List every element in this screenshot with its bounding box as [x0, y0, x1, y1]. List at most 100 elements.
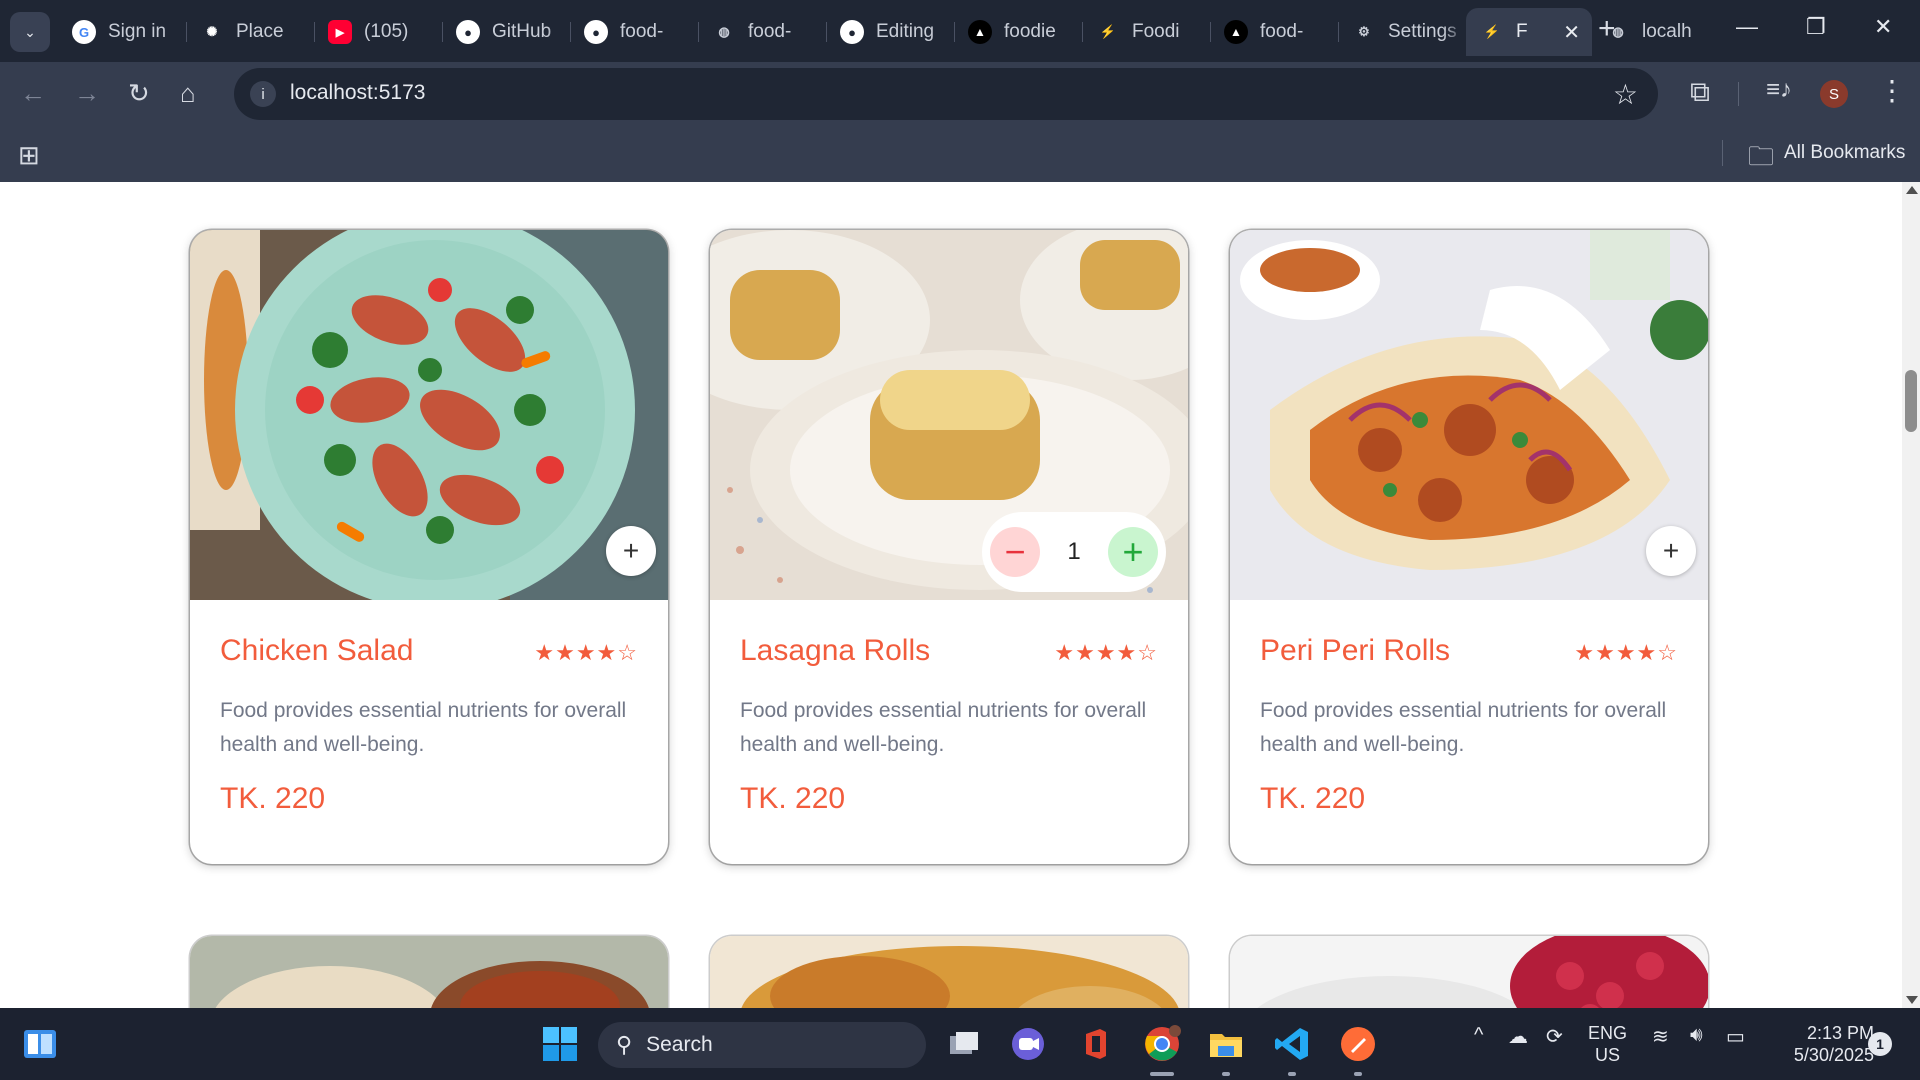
tab-list: G Sign in ✺ Place ▶ (105) ● GitHub ● food- ◍ food- ●… [58, 8, 1720, 56]
site-info-icon[interactable]: i [250, 81, 276, 107]
vercel-icon: ▲ [1224, 20, 1248, 44]
github-icon: ● [584, 20, 608, 44]
minimize-button[interactable]: — [1736, 14, 1758, 40]
tab-title: Settings [1388, 21, 1457, 42]
windows-start-icon[interactable] [540, 1024, 580, 1064]
browser-tab[interactable]: ▲ foodie [954, 8, 1082, 56]
task-view-icon[interactable] [944, 1024, 984, 1064]
browser-tab[interactable]: ⚡ Foodi [1082, 8, 1210, 56]
tab-title: Sign in [108, 21, 167, 42]
browser-tab[interactable]: ▶ (105) [314, 8, 442, 56]
tab-title: (105) [364, 21, 409, 42]
decrease-quantity-button[interactable]: − [990, 527, 1040, 577]
widgets-icon[interactable] [20, 1024, 60, 1064]
food-card-partial [1230, 936, 1708, 1008]
url-text[interactable]: localhost:5173 [290, 81, 425, 105]
chatgpt-icon: ✺ [206, 24, 218, 39]
vscode-icon[interactable] [1272, 1024, 1312, 1064]
browser-tab[interactable]: ⚡ F ✕ [1466, 8, 1592, 56]
meet-app-icon[interactable] [1008, 1024, 1048, 1064]
wifi-icon[interactable]: ≋ [1652, 1024, 1669, 1049]
office-app-icon[interactable] [1076, 1024, 1116, 1064]
github-icon: ● [840, 20, 864, 44]
back-arrow-icon[interactable]: ← [20, 78, 46, 108]
browser-tab[interactable]: ● food- [570, 8, 698, 56]
food-image-chicken-salad [190, 230, 668, 600]
language-indicator[interactable]: ENG US [1588, 1022, 1627, 1066]
plus-icon: + [622, 535, 640, 566]
tab-title: foodie [1004, 21, 1056, 42]
google-icon: G [72, 20, 96, 44]
taskbar-search-box[interactable]: ⚲ Search [598, 1022, 926, 1068]
running-app-indicator [1354, 1072, 1362, 1076]
scroll-up-arrow-icon[interactable] [1906, 186, 1918, 194]
chevron-up-icon[interactable]: ^ [1474, 1024, 1483, 1047]
bookmarks-bar: ⊞ 🗀 All Bookmarks [0, 126, 1920, 182]
forward-arrow-icon[interactable]: → [74, 78, 100, 108]
food-card: + Chicken Salad ★★★★☆ Food provides esse… [190, 230, 668, 864]
increase-quantity-button[interactable]: + [1107, 527, 1158, 577]
quantity-value: 1 [1067, 538, 1081, 565]
browser-tab[interactable]: ▲ food- [1210, 8, 1338, 56]
browser-tab[interactable]: ◍ food- [698, 8, 826, 56]
vite-icon: ⚡ [1099, 24, 1117, 39]
add-to-cart-button[interactable]: + [606, 526, 656, 576]
new-tab-button[interactable]: + [1598, 14, 1616, 44]
system-clock[interactable]: 2:13 PM 5/30/2025 [1770, 1022, 1874, 1066]
plus-icon: + [1598, 12, 1616, 45]
media-controls-icon[interactable]: ≡♪ [1766, 76, 1792, 104]
food-price: TK. 220 [740, 782, 846, 815]
tab-title: food- [748, 21, 792, 42]
browser-tab[interactable]: ✺ Place [186, 8, 314, 56]
browser-tab[interactable]: ● Editing [826, 8, 954, 56]
add-to-cart-button[interactable]: + [1646, 526, 1696, 576]
volume-icon[interactable]: 🔊︎ [1690, 1024, 1703, 1047]
scroll-down-arrow-icon[interactable] [1906, 996, 1918, 1004]
reload-icon[interactable]: ↻ [128, 78, 150, 108]
food-name: Chicken Salad [220, 634, 414, 667]
browser-tab[interactable]: ● GitHub [442, 8, 570, 56]
onedrive-icon[interactable]: ☁ [1508, 1024, 1528, 1049]
page-scrollbar[interactable] [1902, 182, 1920, 1008]
close-window-button[interactable]: ✕ [1874, 14, 1892, 40]
bookmark-star-icon[interactable]: ☆ [1613, 78, 1638, 111]
scrollbar-thumb[interactable] [1905, 370, 1917, 432]
food-price: TK. 220 [1260, 782, 1366, 815]
battery-icon[interactable]: ▭ [1726, 1024, 1745, 1049]
tab-title: Editing [876, 21, 935, 42]
plus-icon: + [1662, 535, 1680, 566]
close-tab-icon[interactable]: ✕ [1563, 20, 1580, 45]
restore-button[interactable]: ❐ [1806, 14, 1826, 40]
active-app-indicator [1150, 1072, 1174, 1076]
vercel-icon: ▲ [968, 20, 992, 44]
taskbar-search-label: Search [646, 1033, 713, 1056]
address-bar[interactable]: i localhost:5173 ☆ [234, 68, 1658, 120]
postman-icon[interactable] [1338, 1024, 1378, 1064]
tab-title: food- [1260, 21, 1304, 42]
rating-stars: ★★★★☆ [1054, 640, 1158, 665]
more-menu-icon[interactable]: ⋮ [1878, 74, 1906, 107]
home-icon[interactable]: ⌂ [180, 78, 196, 108]
apps-grid-icon[interactable]: ⊞ [18, 140, 40, 171]
profile-avatar[interactable]: S [1820, 80, 1848, 108]
globe-icon: ◍ [718, 24, 730, 39]
notification-badge[interactable]: 1 [1868, 1032, 1892, 1056]
sync-icon[interactable]: ⟳ [1546, 1024, 1563, 1049]
tab-title: F [1516, 21, 1528, 42]
all-bookmarks-link[interactable]: All Bookmarks [1784, 142, 1905, 164]
file-explorer-icon[interactable] [1206, 1024, 1246, 1064]
tab-strip: ⌄ G Sign in ✺ Place ▶ (105) ● GitHub ● food- ◍ food… [0, 0, 1920, 62]
browser-tab[interactable]: ⚙ Settings [1338, 8, 1466, 56]
food-name: Peri Peri Rolls [1260, 634, 1451, 667]
tab-title: Place [236, 21, 284, 42]
windows-taskbar: ⚲ Search ^ ☁ ⟳ ENG US ≋ 🔊︎ ▭ 2:13 PM 5/3… [0, 1008, 1920, 1080]
language-code: ENG [1588, 1023, 1628, 1043]
food-description: Food provides essential nutrients for ov… [740, 699, 1147, 756]
extensions-icon[interactable]: ⧉ [1690, 76, 1710, 109]
chrome-app-icon[interactable] [1142, 1024, 1182, 1064]
region-code: US [1595, 1045, 1621, 1065]
tab-title: Foodi [1132, 21, 1180, 42]
browser-tab[interactable]: G Sign in [58, 8, 186, 56]
rating-stars: ★★★★☆ [1574, 640, 1678, 665]
tab-search-button[interactable]: ⌄ [10, 12, 50, 52]
